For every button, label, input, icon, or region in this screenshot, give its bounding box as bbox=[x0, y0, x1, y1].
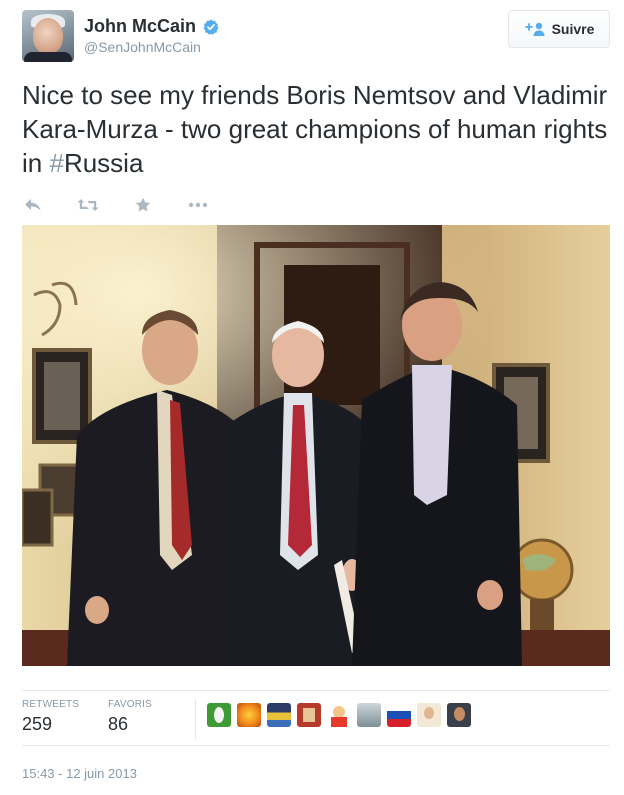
tweet-header: John McCain @SenJohnMcCain Suivre bbox=[22, 10, 610, 62]
follow-button[interactable]: Suivre bbox=[508, 10, 610, 48]
follow-button-label: Suivre bbox=[551, 21, 595, 37]
favoriter-avatar[interactable] bbox=[387, 703, 411, 727]
tweet-stats: RETWEETS 259 FAVORIS 86 bbox=[22, 690, 610, 746]
hashtag-symbol: # bbox=[49, 148, 64, 178]
favorite-button[interactable] bbox=[132, 196, 154, 214]
tweet-text: Nice to see my friends Boris Nemtsov and… bbox=[22, 78, 610, 180]
verified-badge-icon bbox=[204, 19, 219, 35]
more-button[interactable] bbox=[187, 196, 209, 214]
favoriters-avatars bbox=[207, 703, 471, 727]
hashtag-link[interactable]: #Russia bbox=[49, 148, 143, 178]
favorites-label: FAVORIS bbox=[108, 699, 153, 710]
reply-icon bbox=[25, 199, 41, 211]
retweets-stat[interactable]: RETWEETS 259 bbox=[22, 699, 79, 735]
retweets-count: 259 bbox=[22, 714, 53, 734]
user-fullname[interactable]: John McCain bbox=[84, 16, 196, 37]
tweet-actions bbox=[22, 194, 242, 216]
favoriter-avatar[interactable] bbox=[447, 703, 471, 727]
favoriter-avatar[interactable] bbox=[417, 703, 441, 727]
hashtag-text: Russia bbox=[63, 148, 144, 178]
stats-divider bbox=[195, 699, 196, 739]
user-name-block[interactable]: John McCain @SenJohnMcCain bbox=[84, 16, 219, 55]
add-user-icon bbox=[524, 22, 545, 36]
favoriter-avatar[interactable] bbox=[357, 703, 381, 727]
favorites-stat[interactable]: FAVORIS 86 bbox=[108, 699, 152, 735]
favorites-count: 86 bbox=[108, 714, 129, 734]
photo-three-men-icon bbox=[22, 225, 610, 666]
favoriter-avatar[interactable] bbox=[237, 703, 261, 727]
tweet-photo[interactable] bbox=[22, 225, 610, 666]
retweet-icon bbox=[77, 199, 99, 211]
avatar-suit bbox=[24, 52, 72, 62]
reply-button[interactable] bbox=[22, 196, 44, 214]
retweets-label: RETWEETS bbox=[22, 699, 80, 710]
favoriter-avatar[interactable] bbox=[297, 703, 321, 727]
more-icon bbox=[188, 202, 208, 208]
user-avatar[interactable] bbox=[22, 10, 74, 62]
tweet-timestamp[interactable]: 15:43 - 12 juin 2013 bbox=[22, 766, 137, 781]
user-handle[interactable]: @SenJohnMcCain bbox=[84, 39, 219, 55]
star-icon bbox=[135, 197, 151, 212]
avatar-face bbox=[33, 18, 63, 54]
favoriter-avatar[interactable] bbox=[267, 703, 291, 727]
retweet-button[interactable] bbox=[77, 196, 99, 214]
favoriter-avatar[interactable] bbox=[207, 703, 231, 727]
favoriter-avatar[interactable] bbox=[327, 703, 351, 727]
